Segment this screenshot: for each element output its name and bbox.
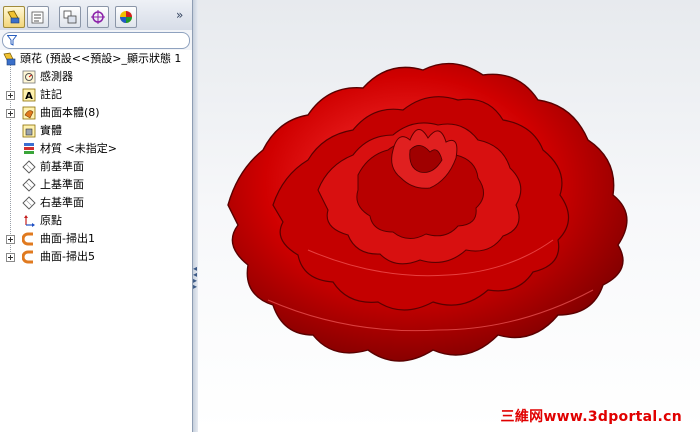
plane-icon bbox=[22, 160, 36, 174]
solid-bodies-icon bbox=[22, 124, 36, 138]
expand-toggle[interactable] bbox=[6, 235, 15, 244]
part-icon bbox=[3, 52, 16, 66]
tree-item-sensors[interactable]: 感測器 bbox=[0, 68, 192, 86]
tree-item-right-plane[interactable]: 右基準面 bbox=[0, 194, 192, 212]
tree-item-solid-bodies[interactable]: 實體 bbox=[0, 122, 192, 140]
sweep-surface-icon bbox=[22, 232, 33, 246]
expand-toggle[interactable] bbox=[6, 109, 15, 118]
annotation-icon: A bbox=[22, 88, 36, 102]
tree-item-label: 曲面-掃出5 bbox=[40, 250, 95, 263]
tree-item-label: 右基準面 bbox=[40, 196, 84, 209]
tree-item-label: 註記 bbox=[40, 88, 62, 101]
dimxpert-tab[interactable] bbox=[87, 6, 109, 28]
feature-manager-icon bbox=[7, 10, 20, 24]
tree-item-label: 上基準面 bbox=[40, 178, 84, 191]
surface-bodies-icon bbox=[22, 106, 36, 120]
filter-icon bbox=[7, 35, 17, 46]
svg-text:A: A bbox=[25, 91, 33, 102]
plane-icon bbox=[22, 178, 36, 192]
tree-item-label: 感測器 bbox=[40, 70, 73, 83]
watermark-text: 三維网www.3dportal.cn bbox=[500, 409, 682, 425]
expand-toggle[interactable] bbox=[6, 253, 15, 262]
tree-item-label: 實體 bbox=[40, 124, 62, 137]
tree-item-label: 曲面本體(8) bbox=[40, 106, 100, 119]
tree-root[interactable]: 頭花 (預設<<預設>_顯示狀態 1 bbox=[0, 50, 192, 68]
plane-icon bbox=[22, 196, 36, 210]
flower-model[interactable] bbox=[198, 0, 700, 432]
filter-bar bbox=[0, 30, 192, 50]
sweep-surface-icon bbox=[22, 250, 33, 264]
configuration-manager-tab[interactable] bbox=[59, 6, 81, 28]
origin-icon bbox=[24, 215, 35, 227]
expand-toggle[interactable] bbox=[6, 91, 15, 100]
property-manager-icon bbox=[31, 11, 44, 24]
graphics-viewport[interactable]: 三維网www.3dportal.cn bbox=[198, 0, 700, 432]
tree-item-top-plane[interactable]: 上基準面 bbox=[0, 176, 192, 194]
tree-item-surface-bodies[interactable]: 曲面本體(8) bbox=[0, 104, 192, 122]
material-icon bbox=[24, 143, 34, 154]
tree-item-sweep-surface-5[interactable]: 曲面-掃出5 bbox=[0, 248, 192, 266]
dimxpert-icon bbox=[91, 10, 105, 24]
tree-item-origin[interactable]: 原點 bbox=[0, 212, 192, 230]
configuration-manager-icon bbox=[63, 10, 77, 24]
property-manager-tab[interactable] bbox=[27, 6, 49, 28]
tree-item-sweep-surface-1[interactable]: 曲面-掃出1 bbox=[0, 230, 192, 248]
panel-more-button[interactable]: » bbox=[176, 8, 183, 22]
tree-item-label: 原點 bbox=[40, 214, 62, 227]
display-manager-tab[interactable] bbox=[115, 6, 137, 28]
feature-manager-panel: » 頭花 (預設<<預設>_顯示狀態 1 感測器 A 註記 曲面本體(8) 實體… bbox=[0, 0, 193, 432]
sensor-icon bbox=[22, 70, 36, 84]
tree-item-front-plane[interactable]: 前基準面 bbox=[0, 158, 192, 176]
tree-root-label: 頭花 (預設<<預設>_顯示狀態 1 bbox=[20, 52, 182, 65]
tree-item-material[interactable]: 材質 <未指定> bbox=[0, 140, 192, 158]
tree-item-label: 前基準面 bbox=[40, 160, 84, 173]
tree-item-label: 曲面-掃出1 bbox=[40, 232, 95, 245]
filter-input[interactable] bbox=[2, 32, 190, 49]
tree-item-label: 材質 <未指定> bbox=[40, 142, 117, 155]
tree-item-annotations[interactable]: A 註記 bbox=[0, 86, 192, 104]
panel-tab-bar: » bbox=[0, 0, 192, 31]
feature-manager-tab[interactable] bbox=[3, 6, 25, 28]
display-manager-icon bbox=[120, 11, 132, 23]
